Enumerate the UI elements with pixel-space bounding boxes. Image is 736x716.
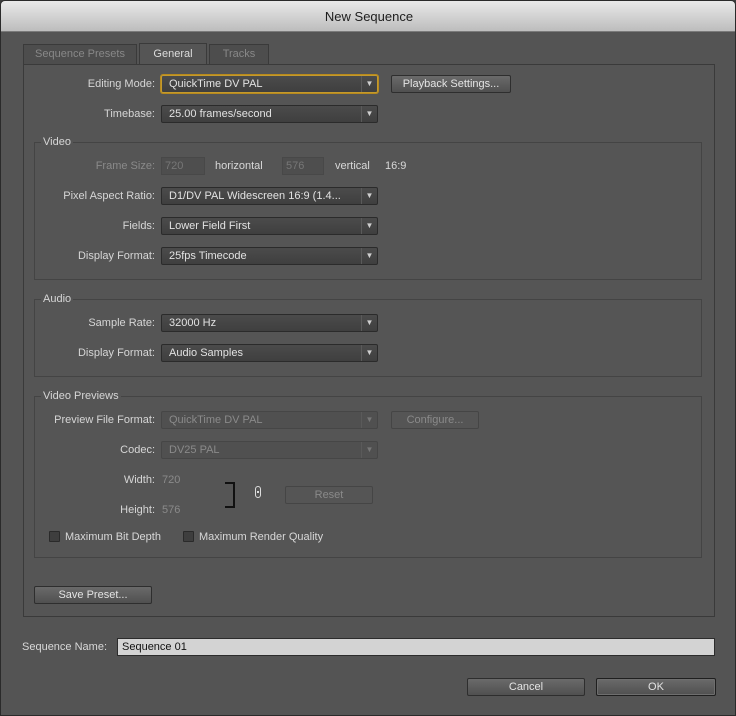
editing-mode-value: QuickTime DV PAL <box>169 78 263 90</box>
preview-file-format-label: Preview File Format: <box>54 414 155 426</box>
dropdown-arrow-icon: ▼ <box>361 442 377 458</box>
video-display-format-value: 25fps Timecode <box>169 250 247 262</box>
configure-button[interactable]: Configure... <box>391 411 479 429</box>
sample-rate-value: 32000 Hz <box>169 317 217 329</box>
maximum-render-quality-checkbox[interactable] <box>183 531 194 542</box>
maximum-bit-depth-checkbox[interactable] <box>49 531 60 542</box>
dropdown-arrow-icon: ▼ <box>361 106 377 122</box>
dropdown-arrow-icon: ▼ <box>361 345 377 361</box>
tab-tracks[interactable]: Tracks <box>209 44 269 64</box>
new-sequence-dialog: New Sequence Sequence Presets General Tr… <box>0 0 736 716</box>
preview-width-value[interactable]: 720 <box>162 474 180 486</box>
editing-mode-select[interactable]: QuickTime DV PAL ▼ <box>161 75 378 93</box>
fields-select[interactable]: Lower Field First ▼ <box>161 217 378 235</box>
audio-display-format-select[interactable]: Audio Samples ▼ <box>161 344 378 362</box>
playback-settings-button[interactable]: Playback Settings... <box>391 75 511 93</box>
dropdown-arrow-icon: ▼ <box>361 188 377 204</box>
pixel-aspect-ratio-label: Pixel Aspect Ratio: <box>63 190 155 202</box>
frame-width-field[interactable]: 720 <box>161 157 205 175</box>
save-preset-button[interactable]: Save Preset... <box>34 586 152 604</box>
maximum-render-quality-label[interactable]: Maximum Render Quality <box>199 531 323 543</box>
width-label: Width: <box>123 474 155 486</box>
dropdown-arrow-icon: ▼ <box>361 76 377 92</box>
video-display-format-select[interactable]: 25fps Timecode ▼ <box>161 247 378 265</box>
codec-label: Codec: <box>120 444 155 456</box>
sequence-name-input[interactable]: Sequence 01 <box>117 638 715 656</box>
timebase-select[interactable]: 25.00 frames/second ▼ <box>161 105 378 123</box>
dropdown-arrow-icon: ▼ <box>361 248 377 264</box>
audio-group <box>34 299 702 377</box>
tab-sequence-presets[interactable]: Sequence Presets <box>23 44 137 64</box>
maximum-bit-depth-label[interactable]: Maximum Bit Depth <box>65 531 161 543</box>
tab-general[interactable]: General <box>139 43 207 65</box>
editing-mode-label: Editing Mode: <box>87 78 155 90</box>
sample-rate-label: Sample Rate: <box>88 317 155 329</box>
pixel-aspect-ratio-select[interactable]: D1/DV PAL Widescreen 16:9 (1.4... ▼ <box>161 187 378 205</box>
vertical-label: vertical <box>335 160 370 172</box>
preview-height-value[interactable]: 576 <box>162 504 180 516</box>
sample-rate-select[interactable]: 32000 Hz ▼ <box>161 314 378 332</box>
height-label: Height: <box>120 504 155 516</box>
sequence-name-label: Sequence Name: <box>22 641 107 653</box>
audio-display-format-value: Audio Samples <box>169 347 243 359</box>
video-previews-group-title: Video Previews <box>41 390 121 402</box>
window-title: New Sequence <box>1 1 735 32</box>
dropdown-arrow-icon: ▼ <box>361 315 377 331</box>
timebase-value: 25.00 frames/second <box>169 108 272 120</box>
audio-display-format-label: Display Format: <box>77 347 155 359</box>
audio-group-title: Audio <box>41 293 74 305</box>
frame-aspect-label: 16:9 <box>385 160 407 172</box>
fields-value: Lower Field First <box>169 220 251 232</box>
pixel-aspect-ratio-value: D1/DV PAL Widescreen 16:9 (1.4... <box>169 190 341 202</box>
ok-button[interactable]: OK <box>596 678 716 696</box>
preview-file-format-value: QuickTime DV PAL <box>169 414 263 426</box>
chain-link-icon[interactable] <box>255 486 261 498</box>
dropdown-arrow-icon: ▼ <box>361 412 377 428</box>
reset-button[interactable]: Reset <box>285 486 373 504</box>
fields-label: Fields: <box>122 220 155 232</box>
preview-file-format-select[interactable]: QuickTime DV PAL ▼ <box>161 411 378 429</box>
frame-size-label: Frame Size: <box>95 160 155 172</box>
frame-height-field[interactable]: 576 <box>282 157 324 175</box>
codec-value: DV25 PAL <box>169 444 220 456</box>
video-display-format-label: Display Format: <box>77 250 155 262</box>
horizontal-label: horizontal <box>215 160 263 172</box>
timebase-label: Timebase: <box>104 108 155 120</box>
cancel-button[interactable]: Cancel <box>467 678 585 696</box>
link-bracket <box>225 482 235 508</box>
video-group-title: Video <box>41 136 73 148</box>
codec-select[interactable]: DV25 PAL ▼ <box>161 441 378 459</box>
dropdown-arrow-icon: ▼ <box>361 218 377 234</box>
